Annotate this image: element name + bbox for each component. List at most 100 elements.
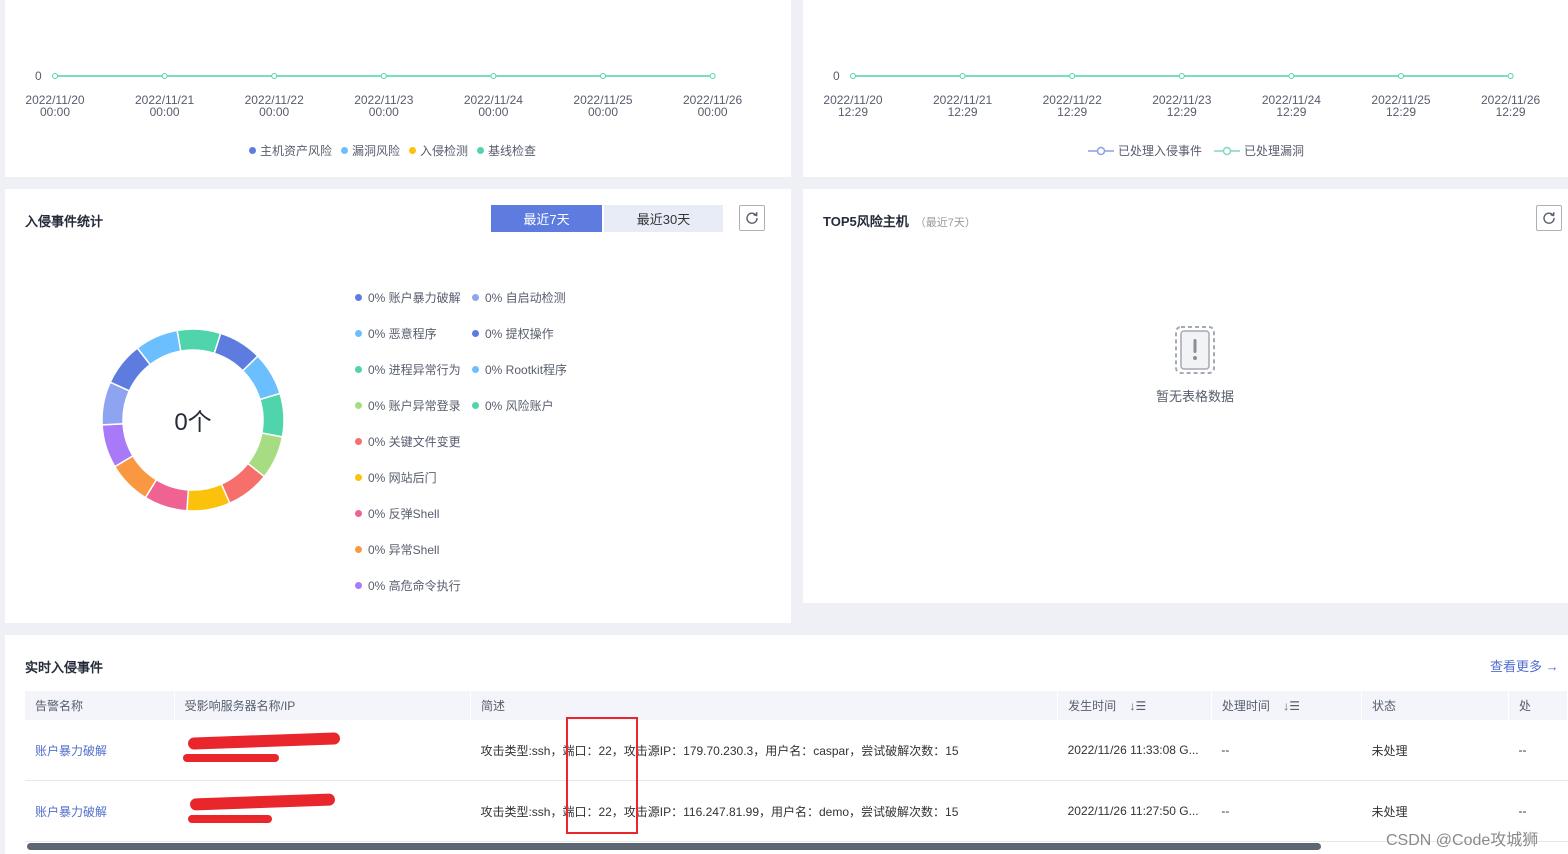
col-occur-time[interactable]: 发生时间 ↓☰ [1057, 691, 1212, 720]
top5-refresh-button[interactable] [1536, 205, 1562, 231]
occur-time-cell: 2022/11/26 11:27:50 G... [1057, 780, 1212, 842]
category-legend-item[interactable]: 0% 账户暴力破解 [355, 289, 461, 306]
col-desc: 简述 [470, 691, 1059, 720]
donut-center-value: 0个 [174, 409, 212, 436]
risk-trend-x-tick-time: 00:00 [40, 105, 70, 119]
legend-item[interactable]: 主机资产风险 [249, 142, 332, 159]
legend-dot-icon [472, 330, 479, 337]
category-label: 0% 网站后门 [368, 471, 437, 485]
category-label: 0% 进程异常行为 [368, 363, 461, 377]
desc-cell: 攻击类型:ssh，端口：22，攻击源IP：116.247.81.99，用户名：d… [470, 780, 1058, 842]
realtime-events-panel: 实时入侵事件 查看更多 → 告警名称 受影响服务器名称/IP 简述 发生时间 ↓… [5, 635, 1568, 854]
category-legend-item[interactable]: 0% 关键文件变更 [355, 433, 461, 450]
desc-cell: 攻击类型:ssh，端口：22，攻击源IP：179.70.230.3，用户名：ca… [470, 720, 1058, 781]
category-legend-item[interactable]: 0% Rootkit程序 [472, 361, 567, 378]
intrusion-stats-title: 入侵事件统计 [25, 214, 104, 229]
last-30-days-button[interactable]: 最近30天 [604, 205, 723, 232]
risk-trend-point [709, 73, 716, 79]
handle-time-cell: -- [1211, 720, 1362, 781]
sort-icon[interactable]: ↓☰ [1129, 699, 1146, 713]
category-legend-item[interactable]: 0% 恶意程序 [355, 325, 437, 342]
legend-dot-icon [355, 366, 362, 373]
legend-item[interactable]: 已处理漏洞 [1214, 142, 1304, 159]
legend-dot-icon [355, 330, 362, 337]
intrusion-stats-panel: 入侵事件统计 最近7天 最近30天 0个 0% 账户暴力破解 0% 自启动检测 0%… [5, 189, 791, 623]
intrusion-category-legend: 0% 账户暴力破解 0% 自启动检测 0% 恶意程序 0% 提权操作 0% 进程异常行为… [355, 289, 655, 599]
category-legend-item[interactable]: 0% 风险账户 [472, 397, 554, 414]
legend-label: 基线检查 [488, 144, 537, 158]
category-legend-item[interactable]: 0% 提权操作 [472, 325, 554, 342]
refresh-icon [746, 212, 758, 224]
highlight-box [566, 717, 638, 834]
risk-trend-legend: 主机资产风险 漏洞风险 入侵检测 基线检查 [249, 142, 545, 159]
risk-trend-x-tick-time: 00:00 [698, 105, 728, 119]
legend-line-icon [1088, 146, 1114, 155]
legend-dot-icon [472, 402, 479, 409]
legend-item[interactable]: 基线检查 [477, 142, 536, 159]
risk-trend-x-tick-time: 00:00 [259, 105, 289, 119]
legend-label: 主机资产风险 [260, 144, 333, 158]
top5-title: TOP5风险主机 （最近7天） [823, 211, 976, 230]
legend-dot-icon [355, 582, 362, 589]
legend-dot-icon [249, 147, 256, 154]
risk-trend-panel: 0 2022/11/20 00:00 2022/11/21 00:00 2022/11/2… [5, 0, 791, 177]
alert-name-link[interactable]: 账户暴力破解 [25, 780, 175, 842]
last-7-days-button[interactable]: 最近7天 [491, 205, 602, 232]
category-legend-item[interactable]: 0% 自启动检测 [472, 289, 566, 306]
col-status: 状态 [1361, 691, 1509, 720]
handled-trend-point [850, 73, 856, 79]
handled-trend-point [1288, 73, 1295, 79]
handled-trend-y-tick-0: 0 [833, 69, 840, 83]
col-op: 处 [1508, 691, 1568, 720]
refresh-icon [1543, 212, 1555, 224]
col-handle-time[interactable]: 处理时间 ↓☰ [1211, 691, 1362, 720]
legend-item[interactable]: 入侵检测 [409, 142, 468, 159]
col-alert-name: 告警名称 [25, 691, 175, 720]
legend-dot-icon [472, 294, 479, 301]
risk-trend-point [600, 73, 606, 79]
sort-icon[interactable]: ↓☰ [1283, 699, 1300, 713]
category-label: 0% 自启动检测 [485, 291, 566, 305]
category-legend-item[interactable]: 0% 账户异常登录 [355, 397, 461, 414]
redaction-mark [188, 815, 272, 823]
category-label: 0% Rootkit程序 [485, 363, 568, 377]
donut-segment [176, 328, 222, 355]
table-row: 账户暴力破解 攻击类型:ssh，端口：22，攻击源IP：116.247.81.9… [25, 780, 1568, 842]
legend-item[interactable]: 已处理入侵事件 [1088, 142, 1202, 159]
legend-line-icon [1214, 146, 1241, 155]
handled-trend-x-tick-time: 12:29 [1496, 105, 1526, 119]
risk-trend-point [380, 73, 387, 79]
category-legend-item[interactable]: 0% 异常Shell [355, 541, 439, 558]
table-header-row: 告警名称 受影响服务器名称/IP 简述 发生时间 ↓☰ 处理时间 ↓☰ 状态 处 [25, 691, 1568, 720]
legend-dot-icon [477, 147, 485, 154]
category-label: 0% 关键文件变更 [368, 435, 461, 449]
legend-dot-icon [355, 546, 362, 553]
handled-trend-point [1398, 73, 1404, 79]
legend-label: 已处理入侵事件 [1118, 144, 1203, 158]
risk-trend-x-tick-time: 00:00 [150, 105, 180, 119]
col-occur-time-label: 发生时间 [1068, 699, 1117, 713]
category-legend-item[interactable]: 0% 反弹Shell [355, 505, 439, 522]
table-row: 账户暴力破解 攻击类型:ssh，端口：22，攻击源IP：179.70.230.3… [25, 720, 1568, 781]
category-legend-item[interactable]: 0% 高危命令执行 [355, 577, 461, 594]
category-label: 0% 反弹Shell [368, 507, 440, 521]
horizontal-scrollbar[interactable] [27, 843, 1321, 850]
handled-trend-chart: 02022/11/2012:292022/11/2112:292022/11/2… [823, 69, 1540, 119]
legend-item[interactable]: 漏洞风险 [341, 142, 400, 159]
category-legend-item[interactable]: 0% 网站后门 [355, 469, 437, 486]
legend-dot-icon [355, 294, 362, 301]
risk-trend-x-tick-time: 00:00 [478, 105, 508, 119]
col-server: 受影响服务器名称/IP [174, 691, 471, 720]
category-label: 0% 恶意程序 [368, 327, 437, 341]
legend-label: 入侵检测 [420, 144, 469, 158]
category-legend-item[interactable]: 0% 进程异常行为 [355, 361, 461, 378]
risk-trend-x-tick-time: 00:00 [369, 105, 399, 119]
server-cell [174, 720, 471, 781]
handled-trend-x-tick-time: 12:29 [1057, 105, 1087, 119]
empty-state: 暂无表格数据 [1135, 321, 1255, 405]
risk-trend-x-tick-time: 00:00 [588, 105, 618, 119]
alert-name-link[interactable]: 账户暴力破解 [25, 720, 175, 781]
handled-trend-x-tick-time: 12:29 [838, 105, 868, 119]
refresh-button[interactable] [739, 205, 765, 231]
view-more-link[interactable]: 查看更多 → [1490, 656, 1559, 675]
